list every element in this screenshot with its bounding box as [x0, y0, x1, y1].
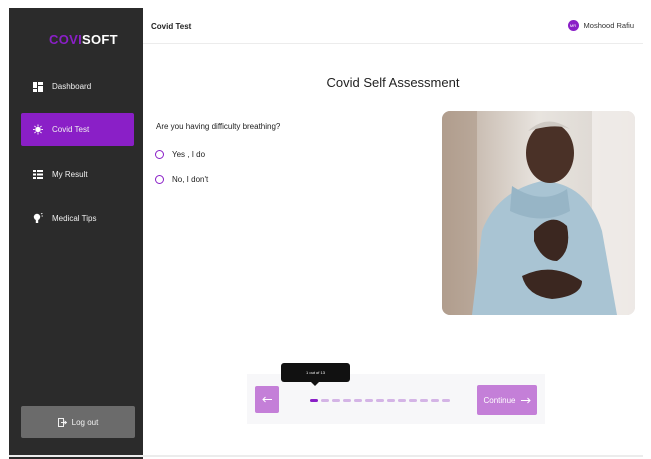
logout-icon [57, 417, 67, 427]
arrow-right-icon [520, 397, 531, 404]
progress-dot [321, 399, 329, 402]
dashboard-icon [33, 81, 43, 92]
bottom-divider [9, 455, 643, 457]
sidebar-item-my-result[interactable]: My Result [21, 158, 134, 191]
radio-button[interactable] [155, 175, 164, 184]
option-yes[interactable]: Yes , I do [155, 150, 205, 159]
sidebar-item-label: Covid Test [52, 125, 90, 134]
avatar: MR [567, 20, 579, 31]
sidebar-item-label: My Result [52, 170, 88, 179]
continue-button[interactable]: Continue [477, 385, 537, 415]
option-label: Yes , I do [172, 150, 206, 159]
progress-dots [310, 399, 453, 402]
list-icon [33, 170, 43, 180]
sidebar-item-covid-test[interactable]: Covid Test [21, 113, 134, 146]
virus-icon [33, 124, 43, 135]
progress-dot [343, 399, 351, 402]
option-no[interactable]: No, I don't [155, 175, 208, 184]
sidebar-item-medical-tips[interactable]: Medical Tips [21, 202, 134, 235]
header-title: Covid Test [151, 22, 192, 31]
logo-part-2: SOFT [81, 32, 118, 47]
option-label: No, I don't [172, 175, 209, 184]
brand-logo: COVISOFT [49, 32, 118, 47]
lightbulb-icon [33, 213, 43, 224]
progress-dot [376, 399, 384, 402]
sidebar-item-label: Medical Tips [52, 214, 97, 223]
user-menu[interactable]: MR Moshood Rafiu [567, 20, 634, 31]
user-name: Moshood Rafiu [583, 21, 634, 30]
progress-dot [420, 399, 428, 402]
sidebar-item-label: Dashboard [52, 82, 92, 91]
question-text: Are you having difficulty breathing? [156, 122, 281, 131]
arrow-left-icon [262, 396, 272, 403]
radio-button[interactable] [155, 150, 164, 159]
progress-dot [365, 399, 373, 402]
progress-dot [409, 399, 417, 402]
top-bar: Covid Test MR Moshood Rafiu [143, 8, 643, 44]
progress-dot [354, 399, 362, 402]
progress-tooltip: 1 out of 13 [281, 363, 350, 386]
sidebar-item-dashboard[interactable]: Dashboard [21, 70, 134, 103]
progress-dot [387, 399, 395, 402]
page-title: Covid Self Assessment [326, 75, 460, 90]
progress-dot [332, 399, 340, 402]
sidebar: COVISOFT Dashboard Covid Test My Result [9, 8, 143, 459]
progress-dot [310, 399, 318, 402]
progress-dot [442, 399, 450, 402]
logout-label: Log out [71, 417, 99, 427]
progress-dot [398, 399, 406, 402]
previous-button[interactable] [255, 386, 279, 413]
woman-breathing-photo [442, 111, 635, 315]
logout-button[interactable]: Log out [21, 406, 135, 438]
continue-label: Continue [483, 395, 516, 405]
logo-part-1: COVI [49, 32, 82, 47]
progress-dot [431, 399, 439, 402]
app-frame: COVISOFT Dashboard Covid Test My Result [9, 8, 643, 459]
